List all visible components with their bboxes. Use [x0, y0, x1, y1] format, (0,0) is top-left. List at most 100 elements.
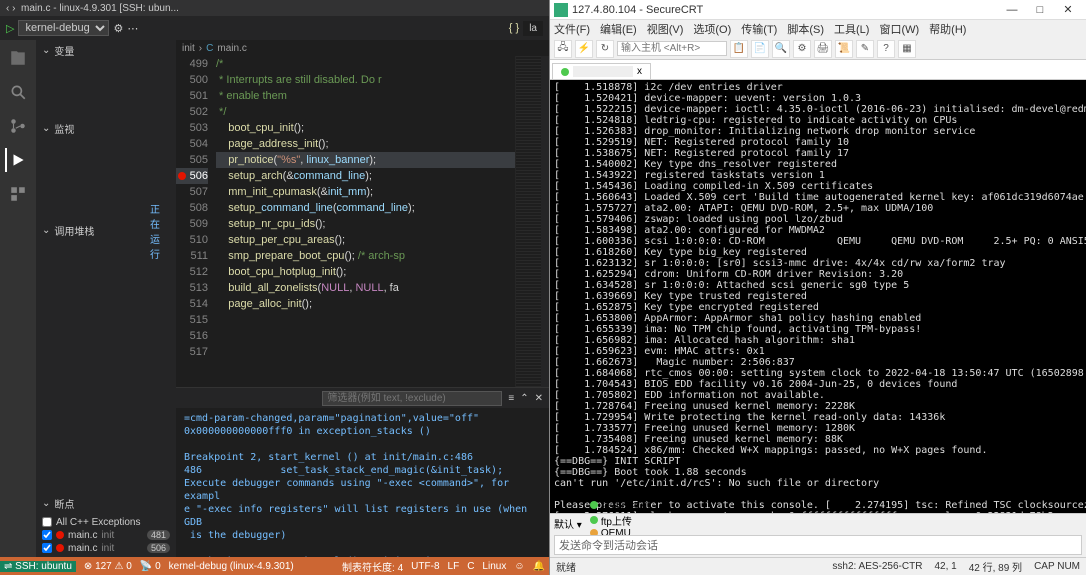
- terminal-output[interactable]: [ 1.518878] i2c /dev entries driver [ 1.…: [550, 80, 1086, 513]
- editor-braces-icon[interactable]: { }: [509, 22, 519, 34]
- debug-more-icon[interactable]: ⋯: [127, 22, 138, 35]
- menu-fwd-icon[interactable]: ›: [12, 3, 15, 14]
- bp-label: All C++ Exceptions: [56, 517, 141, 528]
- collapse-icon[interactable]: ⌃: [520, 393, 528, 404]
- sc-status-size: 42 行, 89 列: [969, 559, 1022, 574]
- tab-close-icon[interactable]: x: [637, 66, 642, 77]
- debug-console-output[interactable]: =cmd-param-changed,param="pagination",va…: [176, 408, 549, 557]
- debug-config-select[interactable]: kernel-debug: [18, 20, 109, 36]
- status-indent[interactable]: 制表符长度: 4: [342, 559, 403, 574]
- menu-item[interactable]: 编辑(E): [600, 21, 637, 37]
- menu-item[interactable]: 窗口(W): [879, 21, 919, 37]
- vscode-title-bar: ‹ › main.c - linux-4.9.301 [SSH: ubun...: [0, 0, 549, 16]
- tb-help-icon[interactable]: ?: [877, 40, 895, 58]
- btnbar-dot-icon: [590, 501, 598, 509]
- sc-title: 127.4.80.104 - SecureCRT: [572, 4, 998, 16]
- code-content[interactable]: /* * Interrupts are still disabled. Do r…: [216, 56, 515, 387]
- editor-tab-short[interactable]: la: [523, 21, 543, 36]
- tb-copy-icon[interactable]: 📋: [730, 40, 748, 58]
- tb-trace-icon[interactable]: ✎: [856, 40, 874, 58]
- menu-item[interactable]: 文件(F): [554, 21, 590, 37]
- tb-paste-icon[interactable]: 📄: [751, 40, 769, 58]
- host-input[interactable]: [617, 41, 727, 56]
- vscode-title: main.c - linux-4.9.301 [SSH: ubun...: [21, 3, 543, 14]
- debug-settings-icon[interactable]: ⚙: [113, 22, 123, 35]
- minimap[interactable]: [515, 56, 541, 387]
- bp-path: init: [101, 530, 114, 541]
- breakpoint-dot-icon: [56, 531, 64, 539]
- activity-debug-icon[interactable]: [5, 148, 29, 172]
- bp-path: init: [101, 543, 114, 554]
- btnbar-item[interactable]: 挂载虚拟机: [590, 498, 651, 513]
- remote-indicator[interactable]: ⇌ SSH: ubuntu: [0, 561, 76, 572]
- status-errors[interactable]: ⊗ 127 ⚠ 0: [84, 561, 132, 572]
- menu-item[interactable]: 传输(T): [741, 21, 777, 37]
- bp-checkbox[interactable]: [42, 517, 52, 527]
- tb-script-icon[interactable]: 📜: [835, 40, 853, 58]
- breadcrumb[interactable]: init › C main.c: [176, 40, 549, 56]
- btnbar-item[interactable]: ftp上传: [590, 513, 651, 528]
- tb-reconnect-icon[interactable]: ↻: [596, 40, 614, 58]
- tb-connect-icon[interactable]: 🖧: [554, 40, 572, 58]
- activity-extensions-icon[interactable]: [6, 182, 30, 206]
- menu-item[interactable]: 选项(O): [693, 21, 731, 37]
- close-icon[interactable]: ✕: [535, 393, 543, 404]
- sc-session-tabs: x: [550, 60, 1086, 80]
- breadcrumb-file[interactable]: main.c: [217, 43, 246, 54]
- status-encoding[interactable]: UTF-8: [411, 561, 439, 572]
- bell-icon[interactable]: 🔔: [533, 561, 545, 572]
- bp-label: main.c: [68, 543, 97, 554]
- bp-line: 481: [147, 530, 170, 540]
- status-debug-config[interactable]: kernel-debug (linux-4.9.301): [169, 561, 294, 572]
- status-os[interactable]: Linux: [482, 561, 506, 572]
- activity-scm-icon[interactable]: [6, 114, 30, 138]
- breakpoint-item[interactable]: main.c init506: [42, 542, 170, 555]
- tb-print-icon[interactable]: 🖨: [814, 40, 832, 58]
- securecrt-window: 127.4.80.104 - SecureCRT — □ ✕ 文件(F) 编辑(E…: [549, 0, 1086, 575]
- chevron-right-icon: ›: [199, 43, 202, 54]
- btnbar-dot-icon: [590, 516, 598, 524]
- command-input[interactable]: 发送命令到活动会话: [554, 535, 1082, 555]
- bp-checkbox[interactable]: [42, 543, 52, 553]
- menu-item[interactable]: 脚本(S): [787, 21, 824, 37]
- menu-item[interactable]: 工具(L): [834, 21, 869, 37]
- menu-item[interactable]: 视图(V): [647, 21, 684, 37]
- status-ports[interactable]: 📡 0: [140, 561, 161, 572]
- breakpoint-item[interactable]: All C++ Exceptions: [42, 516, 170, 529]
- close-button[interactable]: ✕: [1054, 3, 1082, 16]
- clear-icon[interactable]: ≡: [508, 393, 514, 404]
- minimize-button[interactable]: —: [998, 4, 1026, 16]
- breakpoints-header[interactable]: ⌄断点: [36, 493, 176, 514]
- variables-header[interactable]: ⌄变量: [36, 40, 176, 61]
- tb-new-icon[interactable]: ▦: [898, 40, 916, 58]
- menu-back-icon[interactable]: ‹: [6, 3, 9, 14]
- chevron-down-icon: ⌄: [42, 45, 50, 56]
- breakpoint-item[interactable]: main.c init 481: [42, 529, 170, 542]
- session-tab[interactable]: x: [552, 63, 651, 79]
- status-eol[interactable]: LF: [448, 561, 460, 572]
- filter-input[interactable]: [322, 391, 502, 406]
- activity-explorer-icon[interactable]: [6, 46, 30, 70]
- watch-header[interactable]: ⌄监视: [36, 118, 176, 139]
- button-bar: 默认 ▾ 挂载虚拟机ftp上传QEMUGDB: [550, 513, 1086, 533]
- breadcrumb-folder[interactable]: init: [182, 43, 195, 54]
- callstack-header[interactable]: ⌄调用堆栈正在运行: [36, 196, 176, 266]
- minimap-slider[interactable]: [541, 56, 549, 387]
- maximize-button[interactable]: □: [1026, 4, 1054, 16]
- status-dot-icon: [561, 68, 569, 76]
- bp-checkbox[interactable]: [42, 530, 52, 540]
- vscode-window: ‹ › main.c - linux-4.9.301 [SSH: ubun...…: [0, 0, 549, 575]
- activity-bar: [0, 40, 36, 557]
- tb-find-icon[interactable]: 🔍: [772, 40, 790, 58]
- menu-item[interactable]: 帮助(H): [929, 21, 966, 37]
- line-gutter: 4995005015025035045055065075085095105115…: [176, 56, 216, 387]
- feedback-icon[interactable]: ☺: [514, 561, 524, 572]
- btnbar-default[interactable]: 默认 ▾: [554, 516, 582, 531]
- bp-label: main.c: [68, 530, 97, 541]
- status-lang[interactable]: C: [467, 561, 474, 572]
- tb-props-icon[interactable]: ⚙: [793, 40, 811, 58]
- code-editor[interactable]: 4995005015025035045055065075085095105115…: [176, 56, 549, 387]
- tb-quick-icon[interactable]: ⚡: [575, 40, 593, 58]
- debug-start-icon[interactable]: ▷: [6, 22, 14, 35]
- activity-search-icon[interactable]: [6, 80, 30, 104]
